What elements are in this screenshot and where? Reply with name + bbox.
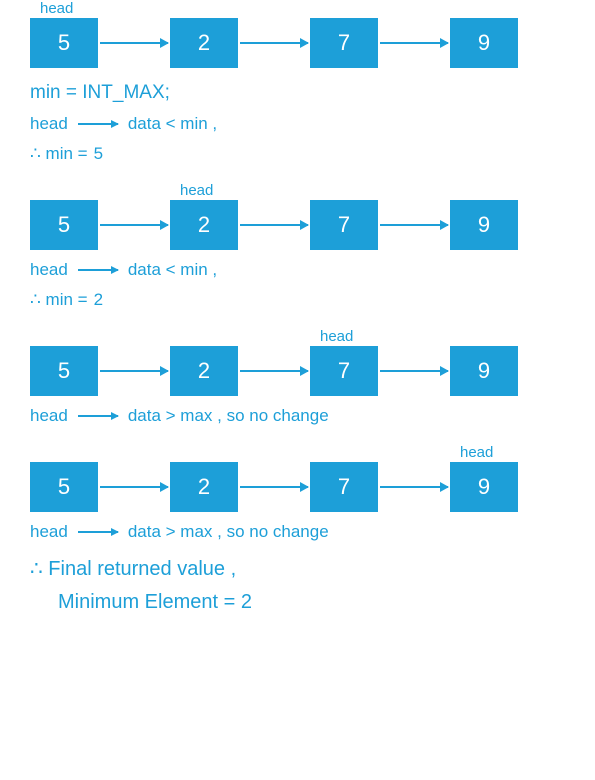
arrow-icon (100, 224, 168, 226)
list-node: 7 (310, 18, 378, 68)
condition-pre: head (30, 260, 68, 280)
condition-post: data > max , so no change (128, 406, 329, 426)
arrow-icon (78, 269, 118, 271)
arrow-icon (78, 415, 118, 417)
arrow-icon (78, 123, 118, 125)
list-node: 2 (170, 200, 238, 250)
final-conclusion-line2: Minimum Element = 2 (58, 591, 565, 614)
linked-list-step2: head 5 2 7 9 (30, 200, 565, 250)
arrow-icon (240, 486, 308, 488)
therefore-symbol: ∴ min = (30, 290, 88, 310)
head-pointer-label: head (320, 328, 353, 345)
condition-post: data < min , (128, 260, 217, 280)
list-node: 7 (310, 346, 378, 396)
arrow-icon (240, 224, 308, 226)
list-node: 5 (30, 462, 98, 512)
init-statement: min = INT_MAX; (30, 82, 565, 104)
head-pointer-label: head (180, 182, 213, 199)
condition-pre: head (30, 522, 68, 542)
list-node: 5 (30, 200, 98, 250)
arrow-icon (240, 42, 308, 44)
condition-pre: head (30, 406, 68, 426)
linked-list-step4: head 5 2 7 9 (30, 462, 565, 512)
list-node: 7 (310, 462, 378, 512)
linked-list-step1: head 5 2 7 9 (30, 18, 565, 68)
condition-line: head data < min , (30, 114, 565, 134)
result-value: 5 (94, 144, 103, 164)
list-node: 5 (30, 346, 98, 396)
arrow-icon (380, 370, 448, 372)
list-node: 2 (170, 18, 238, 68)
list-node: 9 (450, 346, 518, 396)
condition-line: head data > max , so no change (30, 522, 565, 542)
list-node: 9 (450, 18, 518, 68)
arrow-icon (100, 370, 168, 372)
condition-post: data > max , so no change (128, 522, 329, 542)
condition-post: data < min , (128, 114, 217, 134)
list-node: 2 (170, 346, 238, 396)
condition-line: head data > max , so no change (30, 406, 565, 426)
head-pointer-label: head (40, 0, 73, 17)
list-node: 7 (310, 200, 378, 250)
arrow-icon (240, 370, 308, 372)
arrow-icon (380, 486, 448, 488)
linked-list-step3: head 5 2 7 9 (30, 346, 565, 396)
condition-line: head data < min , (30, 260, 565, 280)
list-node: 5 (30, 18, 98, 68)
list-node: 2 (170, 462, 238, 512)
head-pointer-label: head (460, 444, 493, 461)
result-value: 2 (94, 290, 103, 310)
condition-pre: head (30, 114, 68, 134)
list-node: 9 (450, 462, 518, 512)
result-line: ∴ min = 2 (30, 290, 565, 310)
arrow-icon (380, 224, 448, 226)
result-line: ∴ min = 5 (30, 144, 565, 164)
therefore-symbol: ∴ min = (30, 144, 88, 164)
list-node: 9 (450, 200, 518, 250)
final-conclusion-line1: ∴ Final returned value , (30, 556, 565, 581)
arrow-icon (100, 486, 168, 488)
arrow-icon (100, 42, 168, 44)
arrow-icon (380, 42, 448, 44)
arrow-icon (78, 531, 118, 533)
